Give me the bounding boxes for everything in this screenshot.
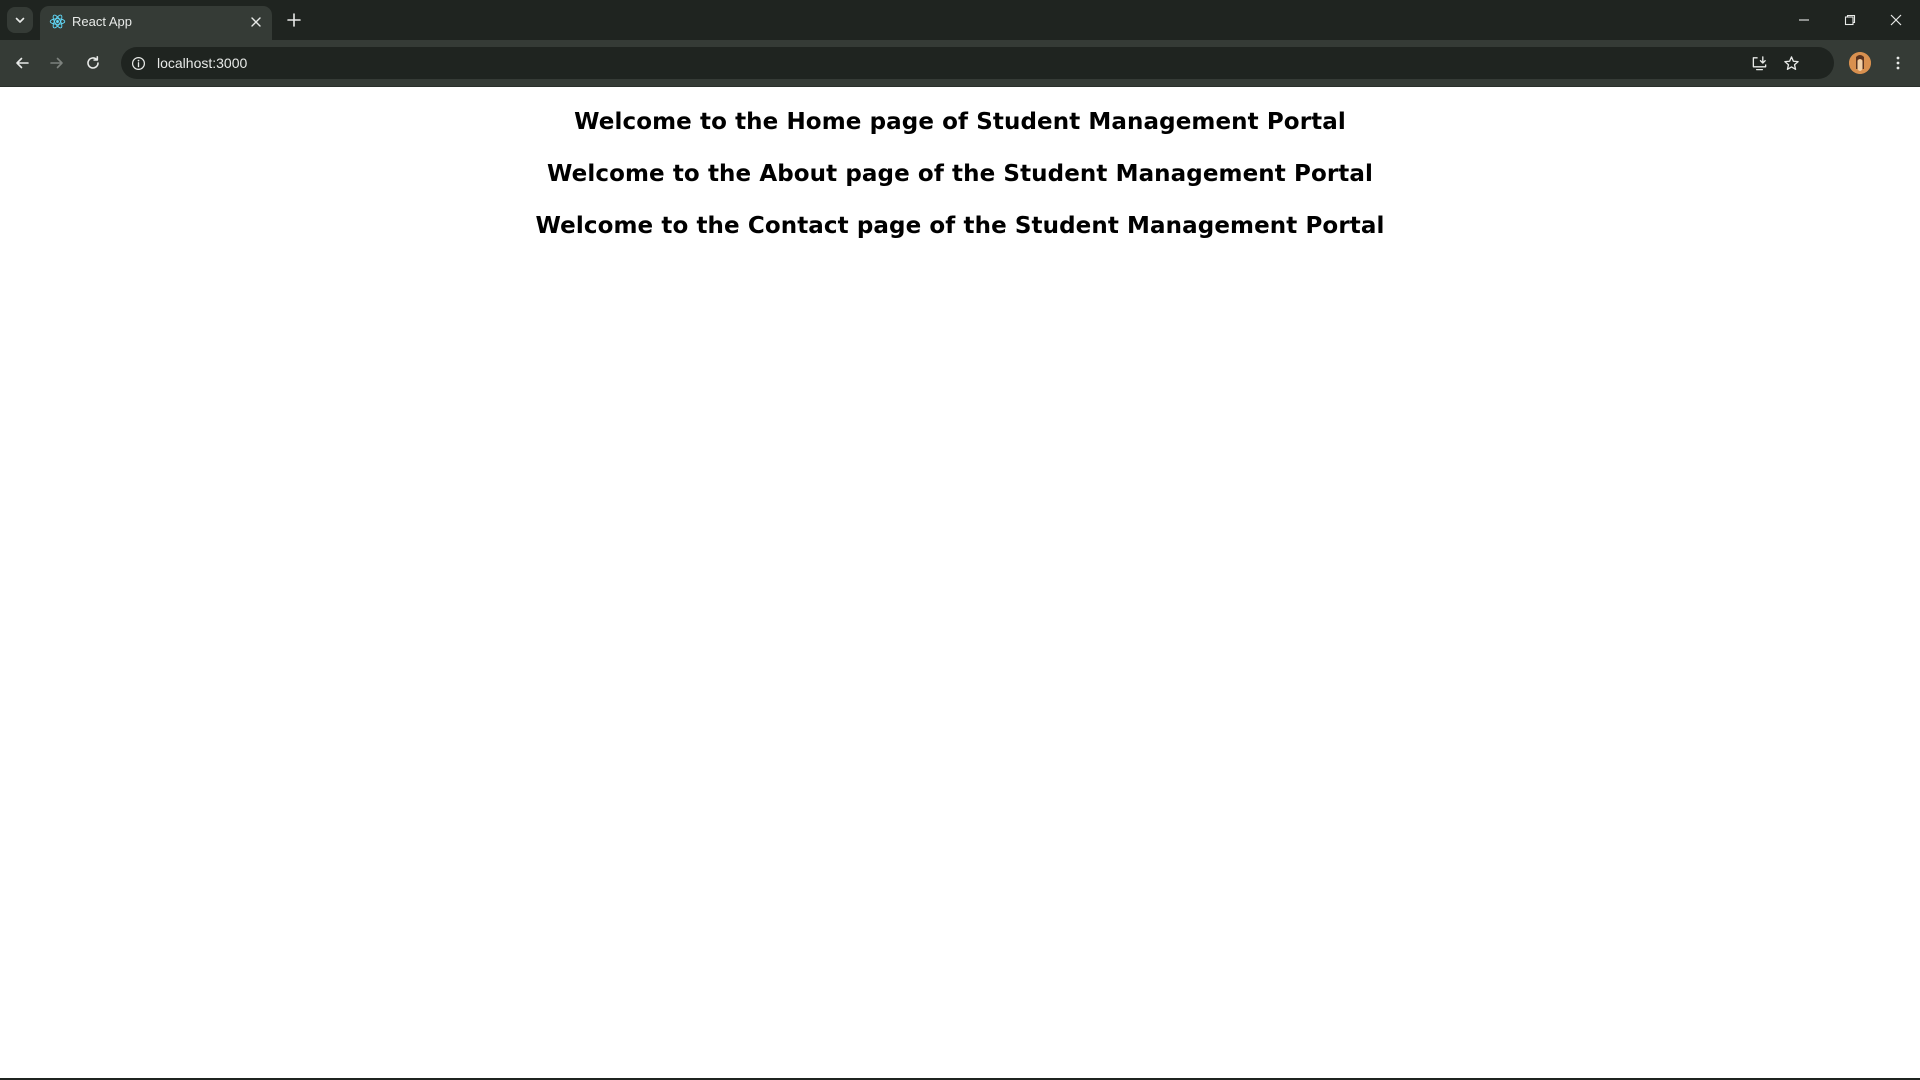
close-icon [251, 17, 261, 27]
install-app-icon [1752, 55, 1766, 70]
tab-close-button[interactable] [247, 13, 265, 31]
reload-button[interactable] [79, 49, 107, 77]
site-info-icon[interactable] [129, 54, 147, 72]
home-heading: Welcome to the Home page of Student Mana… [574, 109, 1346, 135]
browser-menu-button[interactable] [1884, 49, 1912, 77]
bookmark-button[interactable] [1779, 51, 1803, 75]
tab-search-button[interactable] [7, 7, 33, 33]
profile-avatar[interactable] [1849, 52, 1871, 74]
about-heading: Welcome to the About page of the Student… [547, 161, 1373, 187]
close-icon [1890, 14, 1902, 26]
install-app-button[interactable] [1747, 51, 1771, 75]
browser-tab[interactable]: React App [40, 6, 272, 40]
forward-button[interactable] [43, 49, 71, 77]
close-window-button[interactable] [1873, 0, 1919, 40]
new-tab-button[interactable] [281, 7, 307, 33]
react-logo-icon [49, 13, 66, 30]
restore-button[interactable] [1827, 0, 1873, 40]
tab-strip: React App [0, 0, 1920, 40]
arrow-left-icon [16, 57, 29, 69]
avatar-icon [1849, 52, 1871, 74]
contact-heading: Welcome to the Contact page of the Stude… [535, 213, 1385, 239]
arrow-right-icon [50, 57, 63, 69]
browser-toolbar: localhost:3000 [0, 40, 1920, 87]
chevron-down-icon [15, 17, 25, 23]
minimize-icon [1799, 19, 1809, 21]
back-button[interactable] [8, 49, 36, 77]
minimize-button[interactable] [1781, 0, 1827, 40]
url-text[interactable]: localhost:3000 [157, 55, 247, 71]
browser-window: React App localhost:3000 Welcome to the … [0, 0, 1920, 1080]
address-bar[interactable]: localhost:3000 [121, 47, 1834, 79]
more-vertical-icon [1896, 56, 1900, 70]
page-viewport: Welcome to the Home page of Student Mana… [0, 87, 1920, 1078]
plus-icon [287, 13, 301, 27]
star-icon [1783, 55, 1799, 70]
reload-icon [87, 56, 99, 69]
tab-title: React App [72, 14, 132, 29]
restore-icon [1844, 14, 1856, 26]
